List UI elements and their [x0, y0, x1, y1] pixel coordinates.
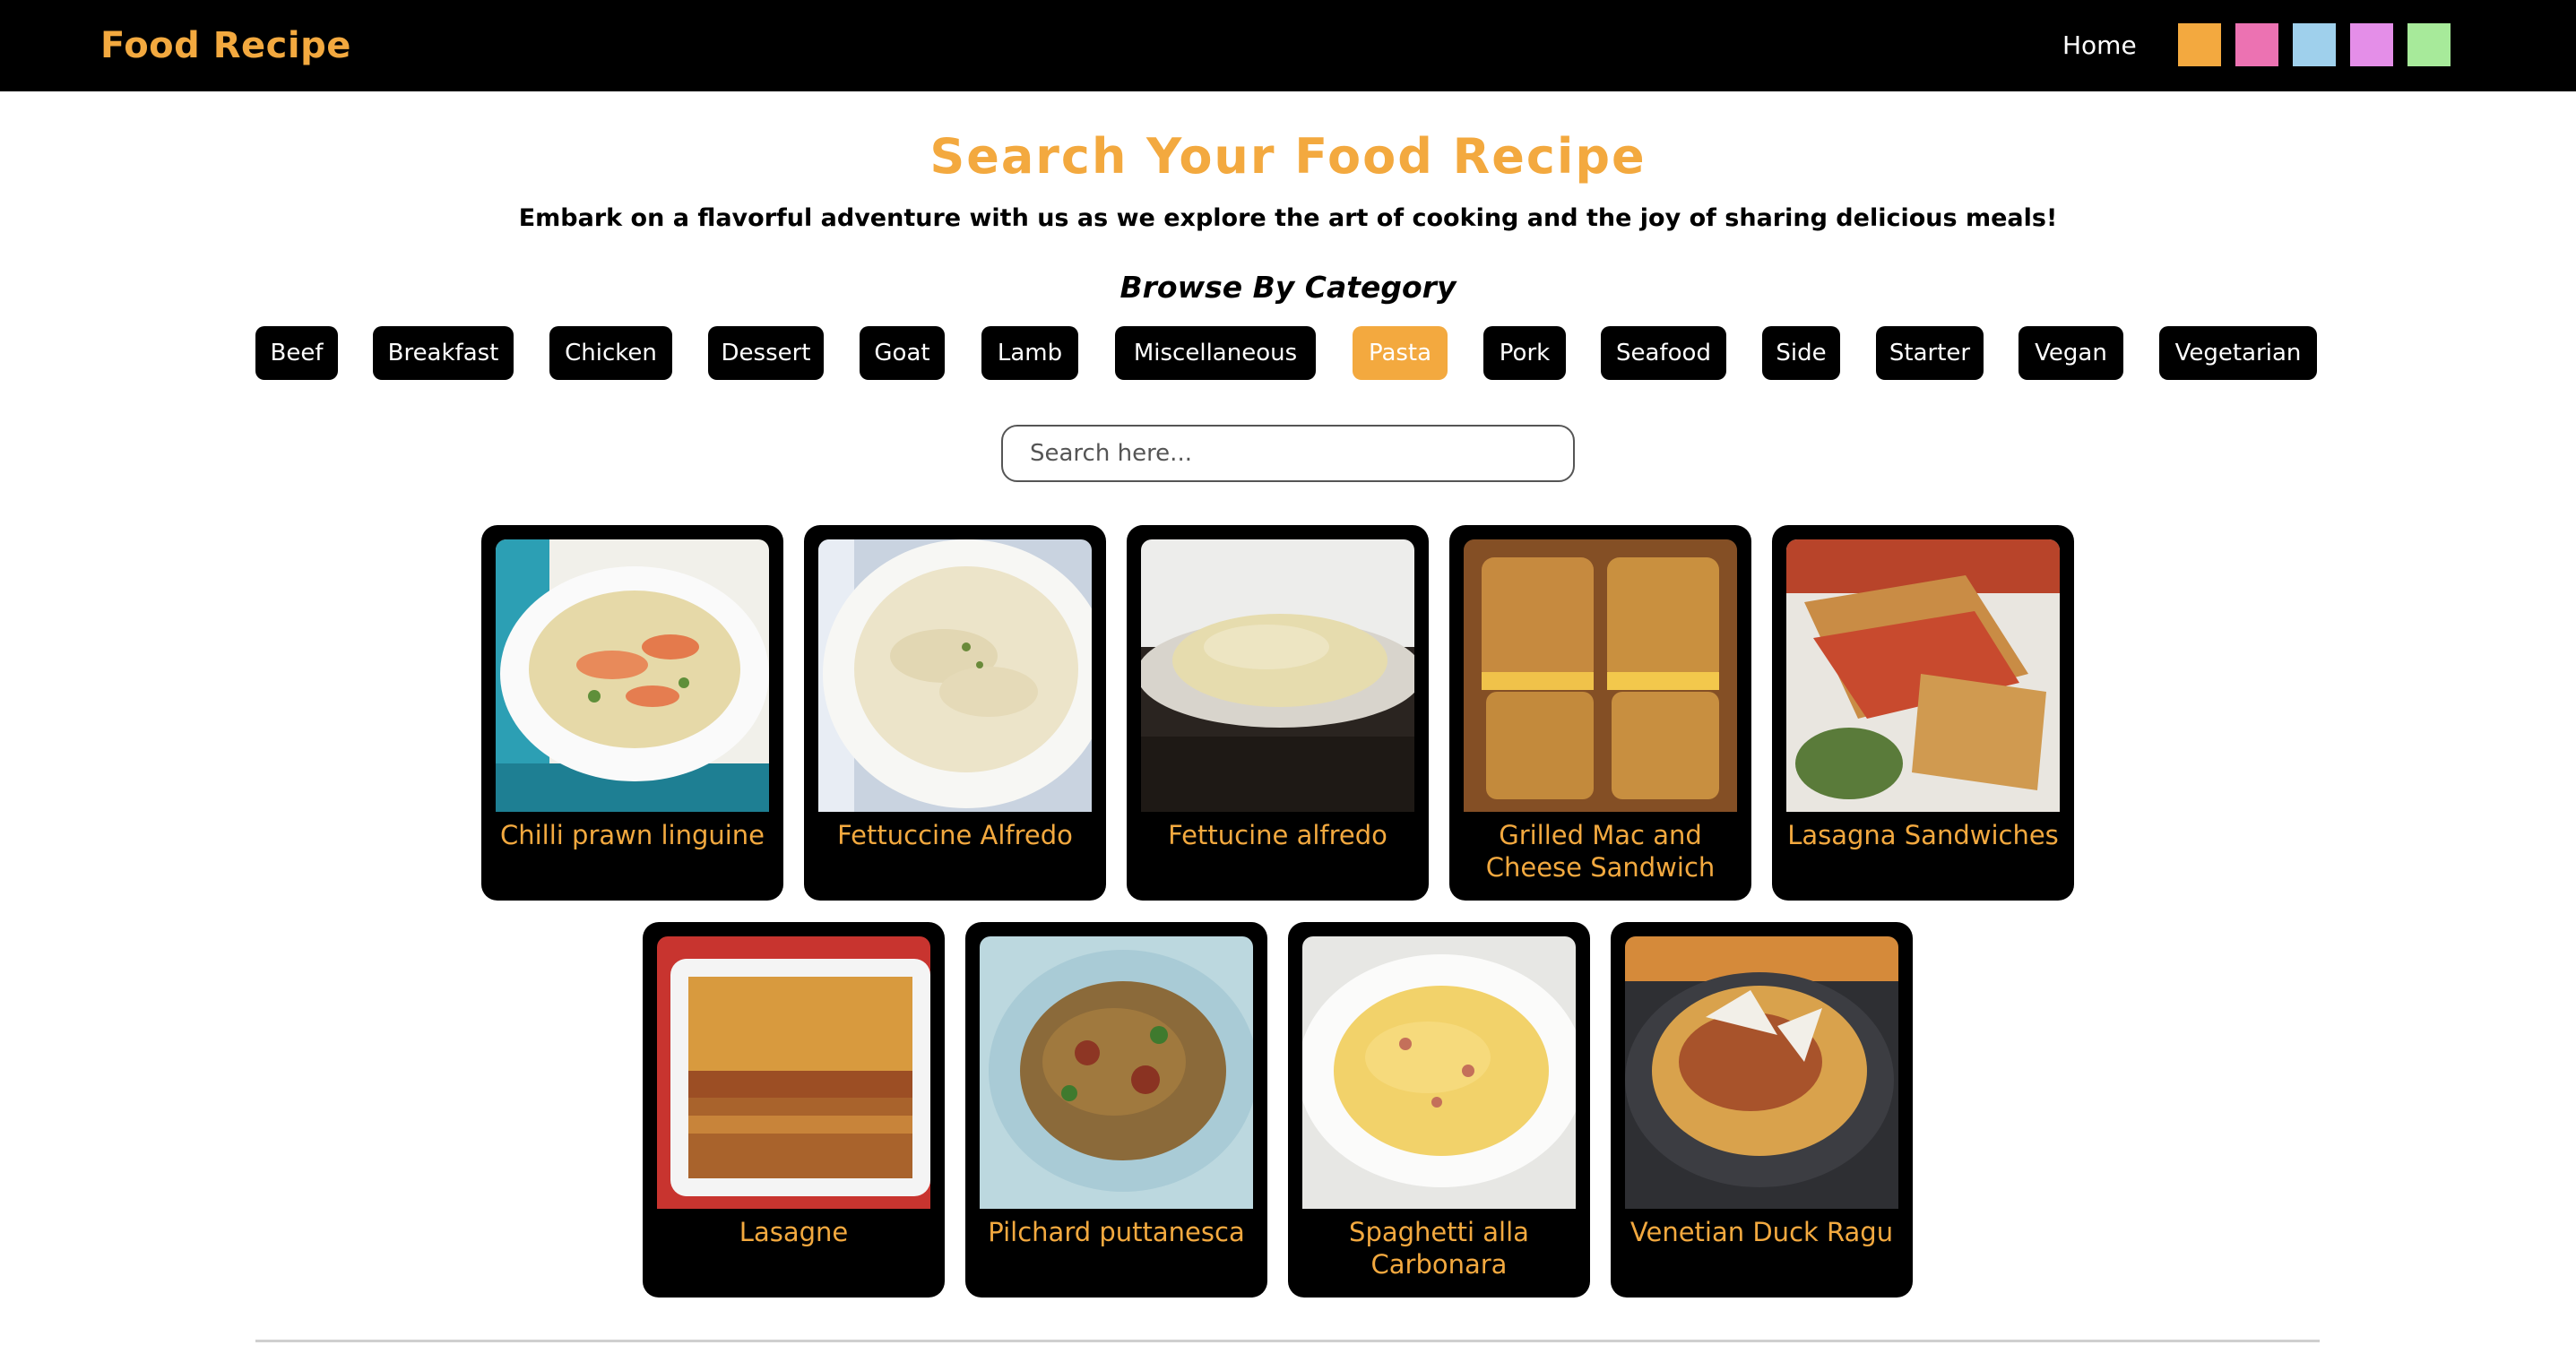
lasagne-photo [657, 936, 930, 1209]
recipe-title: Fettuccine Alfredo [837, 820, 1073, 850]
theme-swatch-pink[interactable] [2235, 23, 2278, 66]
category-beef[interactable]: Beef [255, 326, 338, 380]
recipe-card[interactable]: Pilchard puttanesca [965, 922, 1267, 1298]
navbar: Food Recipe Home [0, 0, 2576, 91]
category-pork[interactable]: Pork [1483, 326, 1566, 380]
category-seafood[interactable]: Seafood [1601, 326, 1726, 380]
spaghetti-carbonara-photo [1302, 936, 1576, 1209]
nav-home-link[interactable]: Home [2062, 26, 2137, 65]
grilled-mac-cheese-photo [1464, 539, 1737, 812]
theme-swatch-orange[interactable] [2178, 23, 2221, 66]
recipe-card[interactable]: Spaghetti alla Carbonara [1288, 922, 1590, 1298]
lasagna-sandwiches-photo [1786, 539, 2060, 812]
prawn-linguine-photo [496, 539, 769, 812]
category-lamb[interactable]: Lamb [981, 326, 1078, 380]
category-pasta[interactable]: Pasta [1353, 326, 1448, 380]
recipe-title: Lasagna Sandwiches [1787, 820, 2059, 850]
category-chicken[interactable]: Chicken [549, 326, 672, 380]
recipe-card[interactable]: Venetian Duck Ragu [1611, 922, 1913, 1298]
venetian-duck-ragu-photo [1625, 936, 1898, 1209]
theme-swatches [2178, 23, 2451, 66]
search-input[interactable] [1001, 425, 1575, 482]
recipe-title: Venetian Duck Ragu [1629, 1217, 1894, 1247]
theme-swatch-green[interactable] [2407, 23, 2451, 66]
category-goat[interactable]: Goat [860, 326, 945, 380]
pilchard-puttanesca-photo [980, 936, 1253, 1209]
theme-swatch-violet[interactable] [2350, 23, 2393, 66]
recipe-card[interactable]: Chilli prawn linguine [481, 525, 783, 901]
category-miscellaneous[interactable]: Miscellaneous [1115, 326, 1316, 380]
category-starter[interactable]: Starter [1876, 326, 1984, 380]
recipe-card[interactable]: Lasagne [643, 922, 945, 1298]
recipe-card[interactable]: Fettucine alfredo [1127, 525, 1429, 901]
theme-swatch-blue[interactable] [2293, 23, 2336, 66]
recipe-title: Fettucine alfredo [1168, 820, 1387, 850]
recipe-title: Lasagne [739, 1217, 849, 1247]
category-vegetarian[interactable]: Vegetarian [2159, 326, 2317, 380]
search-container [1001, 425, 1575, 482]
recipe-title: Spaghetti alla Carbonara [1349, 1217, 1529, 1280]
recipe-title: Pilchard puttanesca [988, 1217, 1245, 1247]
page-subtitle: Embark on a flavorful adventure with us … [518, 204, 2058, 232]
recipe-title: Grilled Mac and Cheese Sandwich [1485, 820, 1716, 883]
category-vegan[interactable]: Vegan [2018, 326, 2123, 380]
page-title: Search Your Food Recipe [929, 128, 1647, 185]
recipe-card[interactable]: Lasagna Sandwiches [1772, 525, 2074, 901]
category-side[interactable]: Side [1762, 326, 1840, 380]
browse-category-heading: Browse By Category [1119, 270, 1457, 305]
recipe-card[interactable]: Fettuccine Alfredo [804, 525, 1106, 901]
brand-logo[interactable]: Food Recipe [100, 22, 351, 70]
fettucine-alfredo-photo [1141, 539, 1414, 812]
recipe-title: Chilli prawn linguine [499, 820, 765, 850]
category-breakfast[interactable]: Breakfast [373, 326, 514, 380]
footer-divider [255, 1340, 2320, 1342]
fettuccine-alfredo-photo [818, 539, 1092, 812]
category-dessert[interactable]: Dessert [708, 326, 824, 380]
recipe-card[interactable]: Grilled Mac and Cheese Sandwich [1449, 525, 1751, 901]
